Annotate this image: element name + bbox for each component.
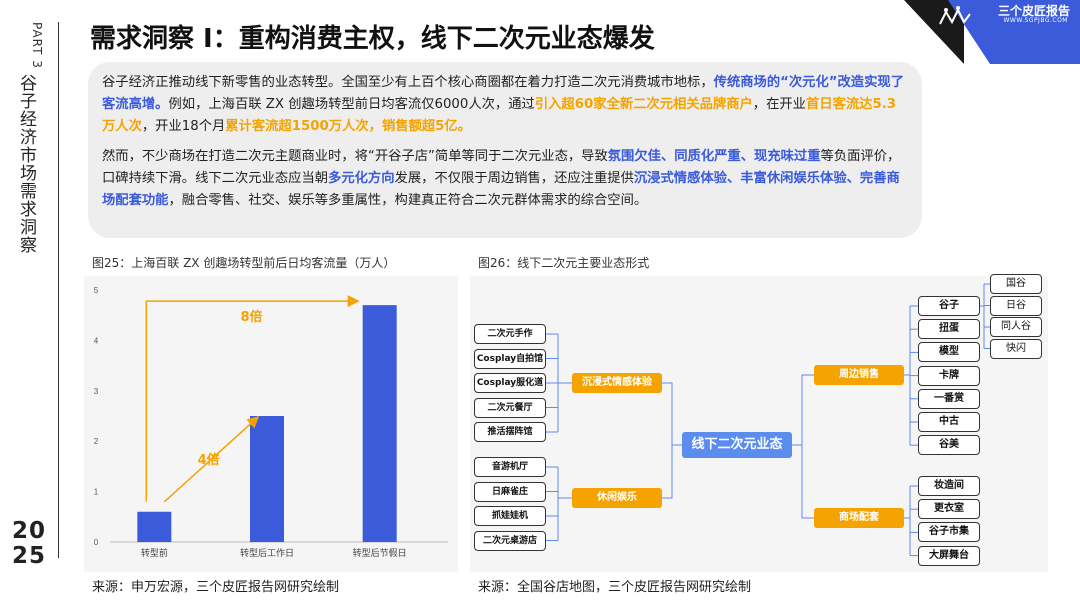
right-item: 一番赏: [918, 388, 980, 409]
para1-segment-2: 例如，上海百联 ZX 创趣场转型前日均客流仅6000人次，通过: [168, 97, 535, 112]
x-tick-label: 转型后工作日: [240, 547, 294, 559]
logo-emblem-icon: [939, 6, 971, 25]
para1-segment-7: 累计客流超1500万人次，销售额超5亿。: [225, 119, 472, 134]
right-category-0: 周边销售: [814, 365, 904, 385]
summary-text-box: 谷子经济正推动线下新零售的业态转型。全国至少有上百个核心商圈都在着力打造二次元消…: [88, 62, 922, 238]
para1-segment-6: ，开业18个月: [141, 119, 226, 134]
left-item: 抓娃娃机: [474, 506, 546, 526]
connector-center-right-1: [792, 444, 814, 519]
brand-logo: 三个皮匠报告 WWW.SGPJBG.COM: [904, 0, 1080, 64]
left-item: 二次元桌游店: [474, 530, 546, 551]
guzi-sub-item: 快闪: [990, 338, 1042, 359]
x-tick-label: 转型后节假日: [353, 547, 407, 559]
right-item: 妆造间: [918, 476, 980, 496]
right-item: 谷美: [918, 435, 980, 456]
right-item: 中古: [918, 412, 980, 432]
logo-url-text: WWW.SGPJBG.COM: [1003, 17, 1068, 24]
figure-26-caption: 图26：线下二次元主要业态形式: [478, 256, 650, 270]
para2-segment-1: 氛围欠佳、同质化严重、现充味过重: [607, 149, 821, 164]
right-item: 卡牌: [918, 365, 980, 386]
para1-segment-4: ，在开业: [752, 97, 806, 112]
bar-0: [137, 511, 172, 542]
para2-segment-6: ，融合零售、社交、娱乐等多重属性，构建真正符合二次元群体需求的综合空间。: [168, 193, 648, 208]
y-tick-label: 3: [94, 387, 99, 396]
para2-segment-4: 发展，不仅限于周边销售，还应注重提供: [394, 171, 634, 186]
year-top: 20: [12, 518, 47, 544]
figure-26-source: 来源：全国谷店地图，三个皮匠报告网研究绘制: [478, 580, 752, 595]
y-tick-label: 1: [94, 488, 99, 497]
right-category-1: 商场配套: [814, 508, 904, 528]
left-item: 音游机厅: [474, 457, 546, 477]
left-item: Cosplay自拍馆: [474, 348, 546, 369]
para2-segment-3: 多元化方向: [328, 171, 395, 186]
right-item: 扭蛋: [918, 319, 980, 340]
y-tick-label: 5: [94, 286, 99, 295]
guzi-sub-item: 同人谷: [990, 317, 1042, 337]
part-label: PART 3: [30, 22, 44, 69]
bar-1: [250, 416, 284, 542]
annotation-4x: 4倍: [198, 452, 220, 468]
bar-2: [362, 305, 397, 542]
y-tick-label: 2: [94, 437, 99, 446]
para2-segment-0: 然而，不少商场在打造二次元主题商业时，将“开谷子店”简单等同于二次元业态，导致: [102, 149, 608, 164]
paragraph-2: 然而，不少商场在打造二次元主题商业时，将“开谷子店”简单等同于二次元业态，导致氛…: [102, 146, 906, 212]
guzi-sub-item: 国谷: [990, 274, 1042, 294]
chart-panel: 0 1 2 3 4 5 转型前 转型后工作日 转型后节假日 4倍 8倍: [84, 276, 458, 572]
center-node: 线下二次元业态: [682, 432, 792, 458]
para1-segment-3: 引入超60家全新二次元相关品牌商户: [534, 97, 753, 112]
connector-center-left-0: [662, 382, 682, 446]
year-bottom: 25: [12, 543, 47, 569]
page-title: 需求洞察 Ⅰ：重构消费主权，线下二次元业态爆发: [90, 24, 655, 54]
left-category-1: 休闲娱乐: [572, 488, 662, 508]
right-item: 谷子市集: [918, 522, 980, 543]
y-tick-label: 4: [94, 336, 99, 345]
figure-25-caption: 图25：上海百联 ZX 创趣场转型前后日均客流量（万人）: [92, 256, 396, 270]
para1-segment-0: 谷子经济正推动线下新零售的业态转型。全国至少有上百个核心商圈都在着力打造二次元消…: [102, 75, 714, 90]
right-item: 谷子: [918, 296, 980, 316]
guzi-sub-item: 日谷: [990, 295, 1042, 316]
right-item: 大屏舞台: [918, 545, 980, 566]
left-item: 二次元餐厅: [474, 397, 546, 418]
diagram-panel: 线下二次元业态 沉浸式情感体验 二次元手作 Cosplay自拍馆 Cosplay服化道二…: [470, 274, 1048, 572]
left-category-0: 沉浸式情感体验: [572, 373, 662, 393]
paragraph-1: 谷子经济正推动线下新零售的业态转型。全国至少有上百个核心商圈都在着力打造二次元消…: [102, 72, 906, 138]
right-item: 模型: [918, 342, 980, 363]
side-divider: [58, 22, 59, 558]
left-item: Cosplay服化道: [474, 373, 546, 393]
y-tick-label: 0: [94, 538, 99, 547]
left-item: 推活摆阵馆: [474, 422, 546, 442]
connector-center-left-1: [662, 444, 682, 499]
left-item: 日麻雀庄: [474, 481, 546, 502]
annotation-8x: 8倍: [240, 309, 262, 325]
section-title-vertical: 谷子经济市场需求洞察: [16, 74, 36, 254]
right-item: 更衣室: [918, 499, 980, 520]
figure-25-source: 来源：申万宏源，三个皮匠报告网研究绘制: [92, 580, 340, 595]
bar-chart: 0 1 2 3 4 5 转型前 转型后工作日 转型后节假日 4倍 8倍: [94, 286, 448, 559]
connector-center-right-0: [792, 374, 814, 446]
left-item: 二次元手作: [474, 324, 546, 344]
x-tick-label: 转型前: [141, 547, 168, 559]
